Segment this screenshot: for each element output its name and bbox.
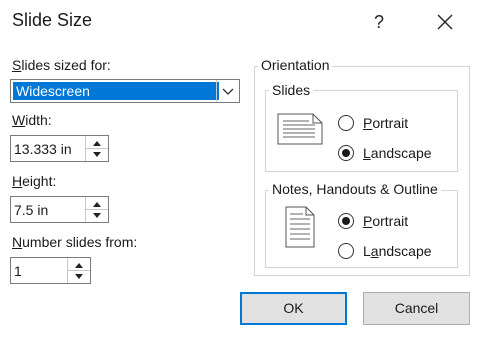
slides-landscape-label[interactable]: Landscape <box>363 145 432 161</box>
notes-portrait-radio[interactable] <box>338 213 354 229</box>
notes-landscape-radio[interactable] <box>338 243 354 259</box>
height-label: Height: <box>12 173 57 189</box>
notes-orientation-title: Notes, Handouts & Outline <box>269 181 441 197</box>
close-button[interactable] <box>430 8 460 36</box>
width-spinner[interactable]: 13.333 in <box>10 135 109 162</box>
height-input[interactable]: 7.5 in <box>14 202 48 218</box>
height-decrement-button[interactable] <box>86 209 108 221</box>
orientation-title: Orientation <box>258 57 333 73</box>
number-slides-from-label: Number slides from: <box>12 234 138 250</box>
chevron-down-icon[interactable] <box>216 80 239 102</box>
triangle-down-icon <box>93 213 101 218</box>
notes-portrait-label[interactable]: Portrait <box>363 213 408 229</box>
dialog-title: Slide Size <box>12 10 93 30</box>
ok-button[interactable]: OK <box>240 292 347 325</box>
number-slides-from-spinner[interactable]: 1 <box>10 257 91 284</box>
notes-landscape-label[interactable]: Landscape <box>363 243 432 259</box>
slides-landscape-radio[interactable] <box>338 145 354 161</box>
width-decrement-button[interactable] <box>86 148 108 160</box>
width-input[interactable]: 13.333 in <box>14 141 72 157</box>
cancel-button[interactable]: Cancel <box>363 292 470 325</box>
slides-sized-for-select[interactable]: Widescreen <box>10 79 240 103</box>
number-slides-from-input[interactable]: 1 <box>14 263 22 279</box>
number-decrement-button[interactable] <box>68 270 90 282</box>
close-icon <box>437 14 453 30</box>
height-spinner[interactable]: 7.5 in <box>10 196 109 223</box>
slides-sized-for-label: Slides sized for: <box>12 57 111 73</box>
width-label: Width: <box>12 112 52 128</box>
landscape-page-icon <box>277 113 323 145</box>
triangle-down-icon <box>75 274 83 279</box>
slides-portrait-label[interactable]: Portrait <box>363 115 408 131</box>
triangle-down-icon <box>93 152 101 157</box>
slides-portrait-radio[interactable] <box>338 115 354 131</box>
slides-orientation-title: Slides <box>269 82 314 98</box>
help-button[interactable]: ? <box>368 9 390 35</box>
slides-sized-for-value: Widescreen <box>13 82 219 100</box>
portrait-page-icon <box>285 206 315 248</box>
